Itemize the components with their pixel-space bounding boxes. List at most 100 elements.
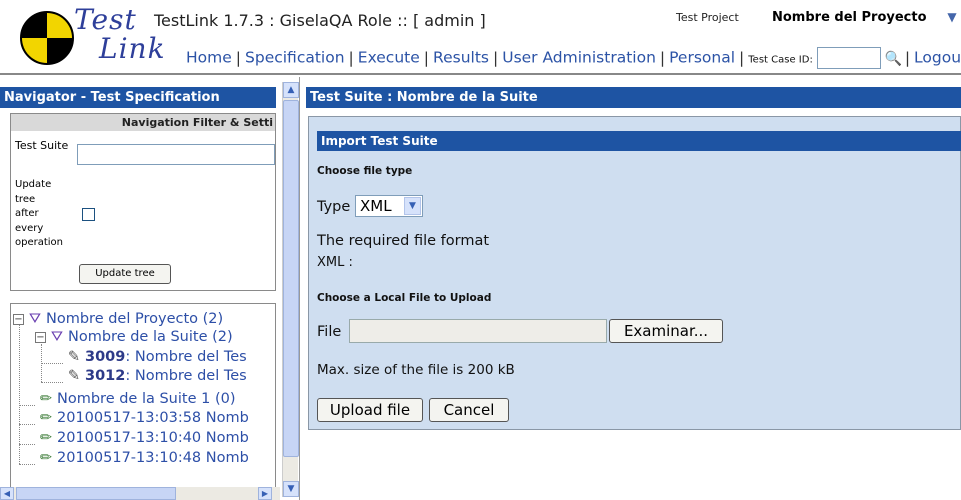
tree-connector (19, 324, 20, 464)
tree-node-suite[interactable]: ✏ 20100517-13:03:58 Nomb (37, 409, 249, 427)
navigation-filter-panel: Navigation Filter & Setti Test Suite Upd… (10, 113, 276, 291)
menu-item-logout[interactable]: Logou (914, 49, 961, 67)
upload-file-button[interactable]: Upload file (317, 398, 423, 422)
file-format-text: The required file format (317, 233, 490, 249)
tree-connector (19, 405, 35, 406)
update-tree-label-line: Update (15, 179, 52, 190)
update-tree-label: Update tree after every operation (15, 178, 75, 251)
tree-connector (19, 424, 35, 425)
menu-item-results[interactable]: Results (433, 49, 489, 67)
menu-separator: | (348, 48, 354, 67)
menu-item-user-administration[interactable]: User Administration (502, 49, 656, 67)
menu-item-specification[interactable]: Specification (245, 49, 345, 67)
menu-item-execute[interactable]: Execute (358, 49, 420, 67)
file-type-selected-value: XML (360, 197, 392, 215)
collapse-icon[interactable]: − (35, 332, 46, 343)
update-tree-checkbox[interactable] (82, 208, 95, 221)
scroll-left-icon[interactable]: ◀ (0, 487, 14, 500)
header-divider (0, 73, 961, 75)
file-type-select[interactable]: XML ▼ (355, 195, 423, 217)
browse-button[interactable]: Examinar... (609, 319, 723, 343)
import-test-suite-panel: Import Test Suite Choose file type Type … (308, 116, 961, 430)
file-path-input[interactable] (349, 319, 607, 343)
test-spec-tree: − ⛛ Nombre del Proyecto (2) − ⛛ Nombre de la… (10, 303, 276, 493)
pencil-icon: ✏ (39, 410, 53, 426)
navigator-vertical-scrollbar[interactable]: ▲ ▼ (282, 82, 299, 497)
menu-separator: | (659, 48, 666, 67)
update-tree-label-line: operation (15, 237, 64, 248)
test-project-name[interactable]: Nombre del Proyecto (772, 10, 927, 25)
tree-node-label: 20100517-13:10:48 Nomb (57, 450, 249, 466)
test-project-label: Test Project (676, 11, 739, 24)
choose-local-file-heading: Choose a Local File to Upload (317, 292, 492, 304)
menu-item-home[interactable]: Home (186, 49, 232, 67)
max-file-size-text: Max. size of the file is 200 kB (317, 362, 515, 378)
tree-connector (41, 363, 63, 364)
navigator-title: Navigator - Test Specification (0, 87, 276, 108)
cancel-button[interactable]: Cancel (429, 398, 509, 422)
test-suite-filter-input[interactable] (77, 144, 275, 165)
update-tree-label-line: after (15, 208, 39, 219)
menu-separator: | (492, 48, 499, 67)
scrollbar-thumb[interactable] (16, 487, 176, 500)
main-pane: Test Suite : Nombre de la Suite Import T… (306, 77, 961, 500)
app-header: Test Link TestLink 1.7.3 : GiselaQA Role… (0, 0, 961, 72)
page-title: Test Suite : Nombre de la Suite (306, 87, 961, 108)
test-case-id: 3012 (85, 368, 126, 384)
logo-text-link: Link (99, 32, 166, 65)
tree-node-suite[interactable]: ✏ Nombre de la Suite 1 (0) (37, 390, 236, 408)
test-suite-filter-label: Test Suite (15, 139, 69, 152)
test-case-icon: ✎ (67, 368, 81, 384)
update-tree-label-line: tree (15, 193, 36, 205)
filter-panel-title: Navigation Filter & Setti (11, 114, 275, 131)
import-panel-title: Import Test Suite (317, 131, 961, 151)
pane-splitter[interactable] (299, 77, 305, 500)
update-tree-label-line: every (15, 222, 44, 234)
navigator-horizontal-scrollbar[interactable]: ◀ ▶ (0, 487, 280, 500)
test-case-icon: ✎ (67, 349, 81, 365)
tree-node-test-case[interactable]: ✎ 3009: Nombre del Tes (65, 348, 247, 366)
choose-file-type-heading: Choose file type (317, 165, 413, 177)
menu-item-personal[interactable]: Personal (669, 49, 735, 67)
tree-node-label: Nombre de la Suite (2) (68, 329, 233, 345)
type-label: Type (317, 199, 351, 215)
folder-icon: ⛛ (50, 329, 64, 345)
file-label: File (317, 324, 342, 340)
tree-node-test-case[interactable]: ✎ 3012: Nombre del Tes (65, 367, 247, 385)
pencil-icon: ✏ (39, 391, 53, 407)
tree-node-suite[interactable]: ✏ 20100517-13:10:40 Nomb (37, 429, 249, 447)
tree-node-suite[interactable]: ✏ 20100517-13:10:48 Nomb (37, 449, 249, 467)
test-case-id-label: Test Case ID: (748, 54, 813, 66)
main-menu: Home | Specification | Execute | Results | User … (186, 47, 961, 71)
scroll-right-icon[interactable]: ▶ (258, 487, 272, 500)
tree-connector (19, 464, 35, 465)
tree-node-suite[interactable]: − ⛛ Nombre de la Suite (2) (35, 328, 233, 346)
testlink-logo-icon (20, 11, 74, 65)
scrollbar-thumb[interactable] (283, 100, 299, 457)
menu-separator: | (235, 48, 242, 67)
update-tree-button[interactable]: Update tree (79, 264, 171, 284)
tree-node-label: 20100517-13:10:40 Nomb (57, 430, 249, 446)
menu-separator: | (739, 48, 745, 67)
search-icon[interactable]: 🔍 (885, 51, 902, 67)
file-format-value: XML : (317, 255, 353, 270)
collapse-icon[interactable]: − (13, 314, 24, 325)
menu-separator: | (423, 48, 430, 67)
test-case-id-input[interactable] (816, 47, 881, 69)
navigator-pane: Navigator - Test Specification Navigatio… (0, 77, 303, 500)
tree-node-label: Nombre de la Suite 1 (0) (57, 391, 236, 407)
scroll-down-icon[interactable]: ▼ (283, 481, 299, 497)
test-case-name: : Nombre del Tes (125, 368, 247, 384)
pencil-icon: ✏ (39, 430, 53, 446)
menu-separator: | (904, 48, 911, 67)
test-case-id: 3009 (85, 349, 126, 365)
tree-node-label: Nombre del Proyecto (2) (46, 311, 224, 327)
pencil-icon: ✏ (39, 450, 53, 466)
chevron-down-icon[interactable]: ▼ (943, 8, 961, 26)
scroll-up-icon[interactable]: ▲ (283, 82, 299, 98)
chevron-down-icon[interactable]: ▼ (404, 197, 421, 215)
tree-connector (19, 444, 35, 445)
test-case-name: : Nombre del Tes (125, 349, 247, 365)
tree-node-project[interactable]: − ⛛ Nombre del Proyecto (2) (13, 310, 223, 328)
tree-connector (41, 382, 63, 383)
